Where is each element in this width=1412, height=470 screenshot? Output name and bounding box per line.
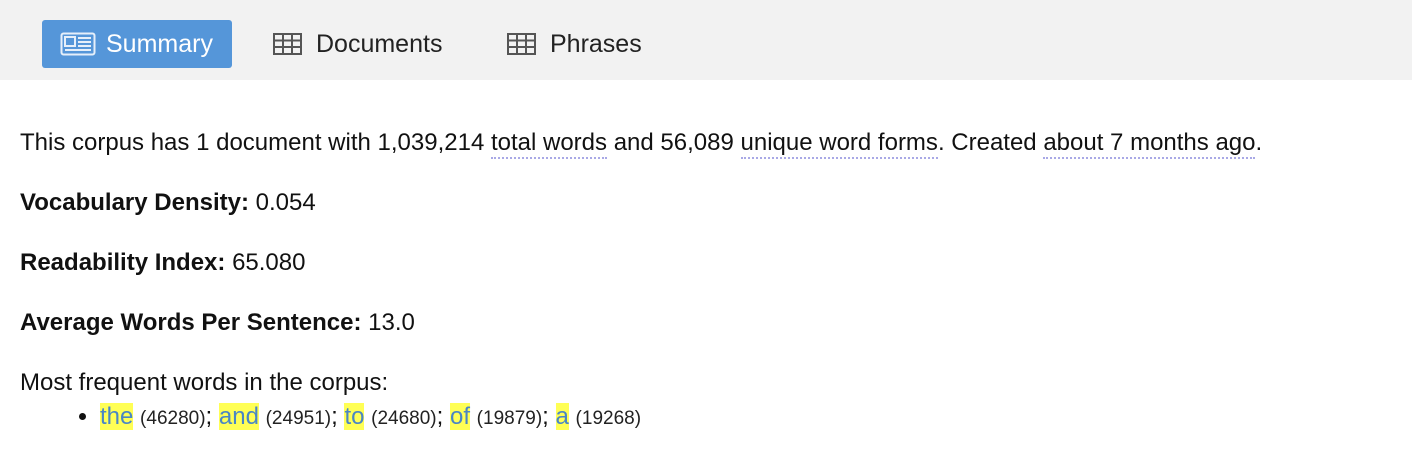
tab-summary[interactable]: Summary bbox=[42, 20, 232, 68]
frequent-words-heading: Most frequent words in the corpus: bbox=[20, 369, 389, 396]
total-words-value: 1,039,214 bbox=[377, 129, 485, 156]
readability-index: Readability Index: 65.080 bbox=[20, 246, 1400, 280]
summary-prefix: This corpus has 1 document with bbox=[20, 129, 378, 156]
frequent-word-count: (24680) bbox=[371, 408, 437, 429]
frequent-word-link[interactable]: and bbox=[218, 403, 259, 430]
total-words-term[interactable]: total words bbox=[490, 129, 608, 159]
newspaper-icon bbox=[60, 32, 96, 56]
table-icon bbox=[507, 33, 536, 55]
tab-phrases[interactable]: Phrases bbox=[507, 20, 642, 68]
summary-and: and bbox=[607, 129, 661, 156]
separator: ; bbox=[436, 403, 450, 430]
frequent-words-item: the (46280); and (24951); to (24680); of… bbox=[100, 400, 1400, 436]
tab-documents-label: Documents bbox=[316, 29, 443, 58]
created-time[interactable]: about 7 months ago bbox=[1043, 129, 1256, 159]
frequent-word-link[interactable]: to bbox=[344, 403, 365, 430]
tab-summary-label: Summary bbox=[106, 29, 213, 58]
created-prefix: . Created bbox=[937, 129, 1044, 156]
tab-phrases-label: Phrases bbox=[550, 29, 642, 58]
unique-words-value: 56,089 bbox=[660, 129, 734, 156]
frequent-word-count: (19268) bbox=[575, 408, 642, 429]
separator: ; bbox=[542, 403, 556, 430]
tab-bar: Summary Documents Phrases bbox=[0, 0, 1412, 80]
frequent-word-count: (19879) bbox=[476, 408, 543, 429]
readability-index-value: 65.080 bbox=[232, 249, 306, 276]
frequent-word-link[interactable]: a bbox=[555, 403, 569, 430]
average-words-label: Average Words Per Sentence: bbox=[20, 309, 362, 336]
average-words-per-sentence: Average Words Per Sentence: 13.0 bbox=[20, 306, 1400, 340]
frequent-word-link[interactable]: of bbox=[449, 403, 470, 430]
summary-suffix: . bbox=[1255, 129, 1263, 156]
table-icon bbox=[273, 33, 302, 55]
separator: ; bbox=[331, 403, 345, 430]
summary-panel: This corpus has 1 document with 1,039,21… bbox=[20, 126, 1400, 436]
vocabulary-density-value: 0.054 bbox=[255, 189, 316, 216]
frequent-word-count: (24951) bbox=[265, 408, 332, 429]
frequent-word-count: (46280) bbox=[140, 408, 206, 429]
unique-word-forms-term[interactable]: unique word forms bbox=[740, 129, 938, 159]
vocabulary-density-label: Vocabulary Density: bbox=[20, 189, 249, 216]
readability-index-label: Readability Index: bbox=[20, 249, 226, 276]
average-words-value: 13.0 bbox=[368, 309, 415, 336]
vocabulary-density: Vocabulary Density: 0.054 bbox=[20, 186, 1400, 220]
separator: ; bbox=[205, 403, 219, 430]
corpus-summary-sentence: This corpus has 1 document with 1,039,21… bbox=[20, 126, 1400, 160]
frequent-word-link[interactable]: the bbox=[100, 403, 134, 430]
frequent-words-list: the (46280); and (24951); to (24680); of… bbox=[20, 400, 1400, 436]
tab-documents[interactable]: Documents bbox=[273, 20, 442, 68]
